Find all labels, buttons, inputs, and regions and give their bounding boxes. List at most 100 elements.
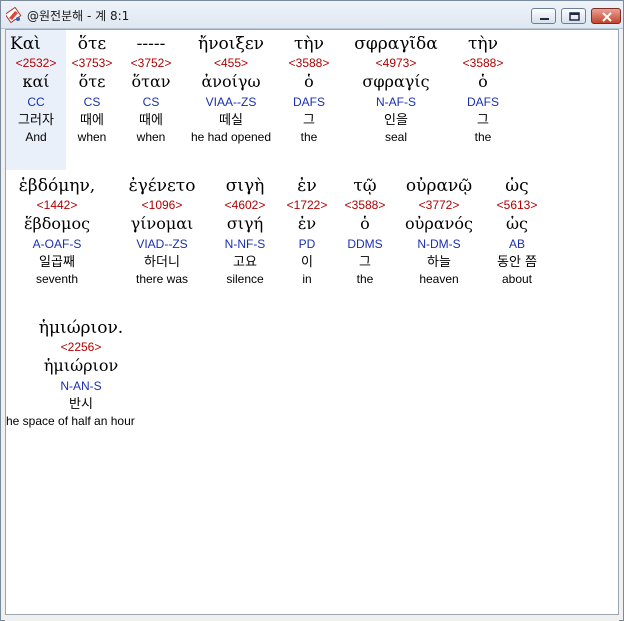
strong-number[interactable]: <1096> [110,198,214,213]
greek-text: σιγὴ [225,176,265,196]
lemma-text: ὁ [478,72,488,91]
window-title: @원전분해 - 계 8:1 [27,9,130,23]
english-gloss: the [474,130,492,144]
greek-text: οὐρανῷ [405,176,473,196]
window-bottom-border [5,615,619,621]
parsing-code: N-DM-S [417,237,461,251]
strong-number[interactable]: <1722> [278,198,336,213]
maximize-icon [569,12,580,21]
minimize-icon [540,18,549,20]
strong-number[interactable]: <2532> [6,56,66,71]
strong-number[interactable]: <3588> [336,198,394,213]
word-block[interactable]: ἡμιώριον. <2256> ἡμιώριον N-AN-S 반시 he s… [6,316,156,429]
lemma-text: ὁ [304,72,314,91]
word-block[interactable]: ὡς <5613> ὡς AB 동안 쯤 about [484,174,550,287]
english-gloss: he had opened [190,130,272,144]
lemma-text: ὡς [505,214,528,233]
strong-number[interactable]: <2256> [6,340,156,355]
greek-text: ἤνοιξεν [198,34,264,54]
parsing-code: N-AF-S [376,95,416,109]
strong-number[interactable]: <3772> [394,198,484,213]
parsing-code: A-OAF-S [32,237,82,251]
greek-text: σφραγῖδα [354,34,438,54]
lemma-text: οὐρανός [405,214,473,233]
greek-text: Καὶ [10,34,41,54]
greek-text: ἐν [297,176,317,196]
app-icon[interactable] [4,6,22,24]
english-gloss: there was [135,272,189,286]
word-block[interactable]: σιγὴ <4602> σιγή N-NF-S 고요 silence [214,174,276,287]
english-gloss: he space of half an hour [6,414,135,428]
english-gloss: the [300,130,318,144]
greek-text: τῷ [353,176,377,196]
word-block[interactable]: οὐρανῷ <3772> οὐρανός N-DM-S 하늘 heaven [394,174,484,287]
english-gloss: silence [226,272,264,286]
parsing-code: DAFS [292,95,325,109]
english-gloss: when [77,130,107,144]
english-gloss: heaven [419,272,459,286]
english-gloss: And [25,130,47,144]
word-block[interactable]: ἐγένετο <1096> γίνομαι VIAD--ZS 하더니 ther… [110,174,214,287]
minimize-button[interactable] [531,8,556,24]
strong-number[interactable]: <455> [181,56,281,71]
word-block[interactable]: Καὶ <2532> καί CC 그러자 And [6,32,66,145]
word-block[interactable]: τῷ <3588> ὁ DDMS 그 the [336,174,394,287]
strong-number[interactable]: <3588> [454,56,512,71]
strong-number[interactable]: <5613> [484,198,550,213]
word-block[interactable]: τὴν <3588> ὁ DAFS 그 the [280,32,338,145]
english-gloss: in [302,272,312,286]
korean-gloss: 인을 [384,113,408,128]
word-block[interactable]: ἐν <1722> ἐν PD 이 in [278,174,336,287]
strong-number[interactable]: <3588> [280,56,338,71]
korean-gloss: 이 [301,255,313,270]
english-gloss: about [501,272,533,286]
korean-gloss: 때에 [80,113,104,128]
title-bar[interactable]: @원전분해 - 계 8:1 [1,1,623,29]
korean-gloss: 그러자 [18,113,54,128]
word-block[interactable]: ὅτε <3753> ὅτε CS 때에 when [64,32,120,145]
lemma-text: ὅτε [78,72,106,91]
strong-number[interactable]: <1442> [6,198,108,213]
word-block[interactable]: σφραγῖδα <4973> σφραγίς N-AF-S 인을 seal [338,32,454,145]
parsing-code: CS [142,95,160,109]
greek-text: ἡμιώριον. [38,318,124,338]
greek-text: ἐγένετο [128,176,196,196]
parsing-code: AB [508,237,525,251]
english-gloss: the [356,272,374,286]
lemma-text: ἐν [297,214,317,233]
lemma-text: ἕβδομος [23,214,91,233]
word-block[interactable]: τὴν <3588> ὁ DAFS 그 the [454,32,512,145]
lemma-text: σφραγίς [362,72,430,91]
parsing-code: DDMS [347,237,383,251]
korean-gloss: 그 [477,113,489,128]
lemma-text: σιγή [226,214,264,233]
parsing-code: DAFS [466,95,499,109]
lemma-text: καί [22,72,50,91]
lemma-text: ἡμιώριον [43,356,119,375]
korean-gloss: 일곱째 [39,255,75,270]
strong-number[interactable]: <3753> [64,56,120,71]
word-block[interactable]: ἑβδόμην, <1442> ἕβδομος A-OAF-S 일곱째 seve… [6,174,108,287]
interlinear-view[interactable]: Καὶ <2532> καί CC 그러자 And ὅτε <3753> ὅτε… [5,29,619,615]
close-icon [602,12,612,22]
korean-gloss: 고요 [233,255,257,270]
word-block[interactable]: ----- <3752> ὅταν CS 때에 when [123,32,179,145]
korean-gloss: 동안 쯤 [496,255,537,270]
app-window: @원전분해 - 계 8:1 Καὶ <2532> καί CC 그러자 And … [0,0,624,621]
parsing-code: N-NF-S [224,237,266,251]
parsing-code: N-AN-S [60,379,102,393]
greek-text: ὅτε [77,34,107,54]
lemma-text: ὁ [360,214,370,233]
maximize-button[interactable] [561,8,586,24]
strong-number[interactable]: <3752> [123,56,179,71]
word-block[interactable]: ἤνοιξεν <455> ἀνοίγω VIAA--ZS 떼실 he had … [181,32,281,145]
parsing-code: CS [83,95,101,109]
korean-gloss: 떼실 [219,113,243,128]
lemma-text: ἀνοίγω [201,72,261,91]
close-button[interactable] [591,8,621,24]
korean-gloss: 그 [359,255,371,270]
english-gloss: when [136,130,166,144]
strong-number[interactable]: <4602> [214,198,276,213]
strong-number[interactable]: <4973> [338,56,454,71]
greek-text: ὡς [505,176,529,196]
